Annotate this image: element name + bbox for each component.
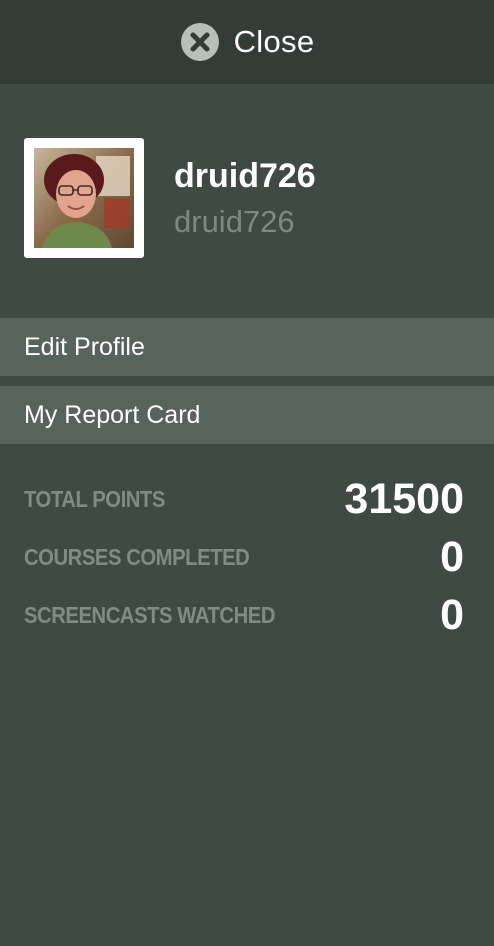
avatar-image: [34, 148, 134, 248]
stat-label: COURSES COMPLETED: [24, 543, 250, 570]
username: druid726: [174, 204, 295, 239]
close-icon[interactable]: [180, 22, 220, 62]
close-bar[interactable]: Close: [0, 0, 494, 84]
stat-row-courses-completed: COURSES COMPLETED 0: [24, 532, 464, 582]
stat-row-screencasts-watched: SCREENCASTS WATCHED 0: [24, 590, 464, 640]
profile-section: druid726 druid726: [0, 84, 494, 318]
stat-value: 0: [440, 533, 464, 581]
avatar: [24, 138, 144, 258]
display-name: druid726: [174, 157, 316, 195]
stat-value: 31500: [344, 475, 464, 523]
stat-row-total-points: TOTAL POINTS 31500: [24, 474, 464, 524]
stat-value: 0: [440, 591, 464, 639]
stat-label: SCREENCASTS WATCHED: [24, 601, 276, 628]
stat-label: TOTAL POINTS: [24, 485, 165, 512]
close-button[interactable]: Close: [180, 22, 315, 62]
report-card-link[interactable]: My Report Card: [0, 386, 494, 444]
close-label: Close: [233, 24, 315, 59]
edit-profile-link[interactable]: Edit Profile: [0, 318, 494, 376]
